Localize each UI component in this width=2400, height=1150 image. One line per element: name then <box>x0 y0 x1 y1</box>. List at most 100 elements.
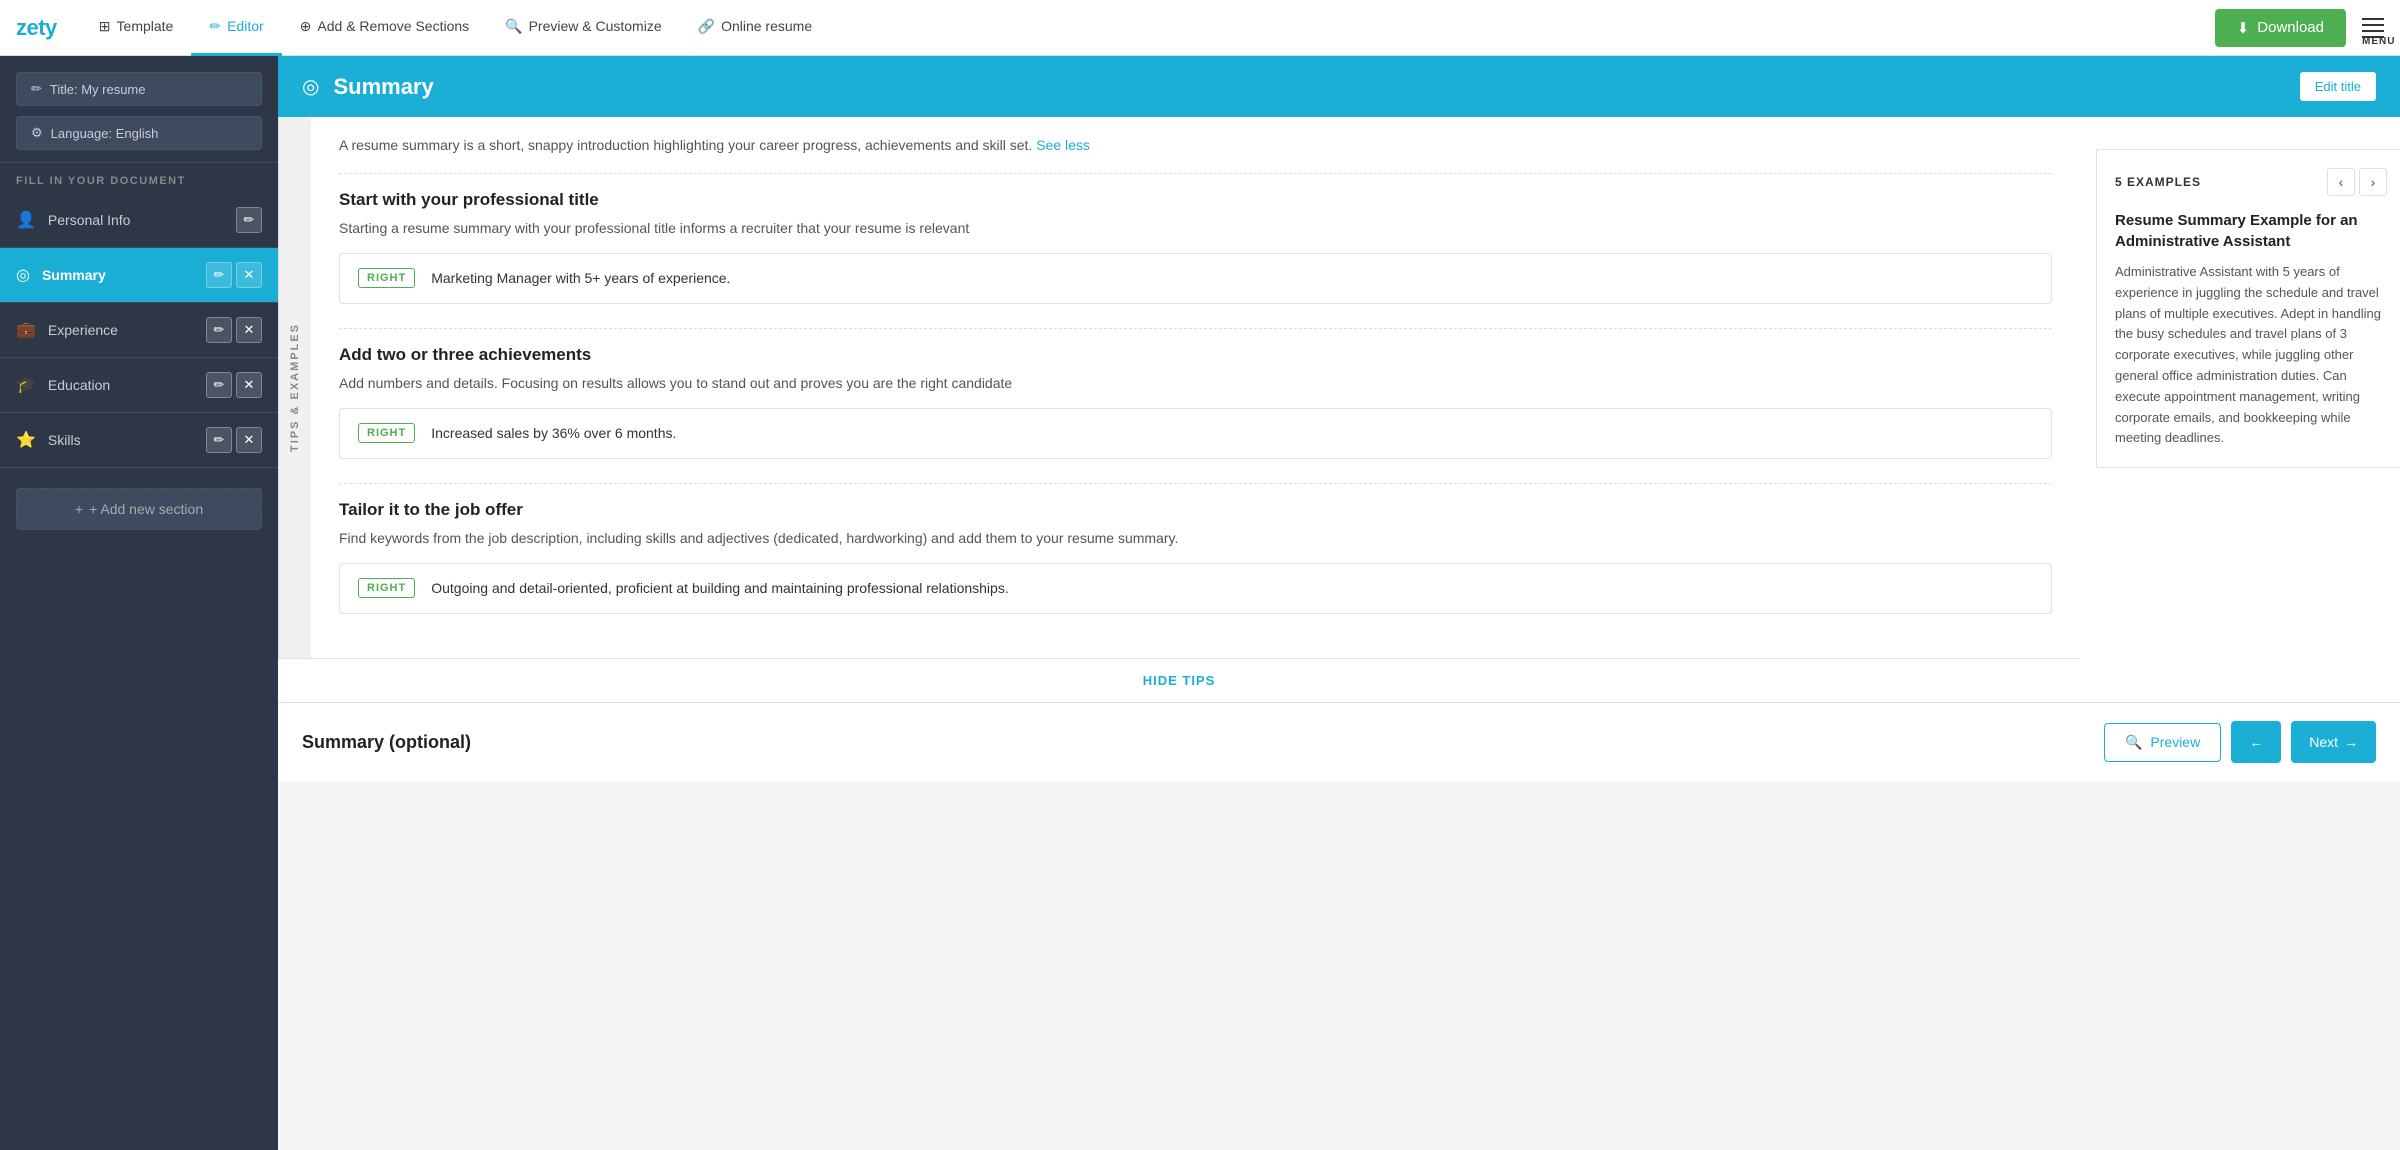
see-less-link[interactable]: See less <box>1036 137 1090 153</box>
section-header-title: Summary <box>333 74 2285 100</box>
right-badge-3: RIGHT <box>358 578 415 598</box>
education-actions: ✏ ✕ <box>206 372 262 398</box>
tip-example-text-3: Outgoing and detail-oriented, proficient… <box>431 578 1008 599</box>
nav-template[interactable]: ⊞ Template <box>81 0 192 56</box>
education-delete-btn[interactable]: ✕ <box>236 372 262 398</box>
tip-block-2: Add two or three achievements Add number… <box>339 345 2052 459</box>
main-content: ◎ Summary Edit title TIPS & EXAMPLES A r… <box>278 56 2400 1150</box>
education-edit-btn[interactable]: ✏ <box>206 372 232 398</box>
tips-rotated-label: TIPS & EXAMPLES <box>278 117 311 658</box>
tip-desc-1: Starting a resume summary with your prof… <box>339 218 2052 239</box>
summary-edit-btn[interactable]: ✏ <box>206 262 232 288</box>
summary-delete-btn[interactable]: ✕ <box>236 262 262 288</box>
next-button[interactable]: Next → <box>2291 721 2376 763</box>
editor-icon: ✏ <box>209 18 221 35</box>
summary-optional-bar: Summary (optional) 🔍 Preview ← Next → <box>278 702 2400 781</box>
tip-example-text-2: Increased sales by 36% over 6 months. <box>431 423 676 444</box>
skills-actions: ✏ ✕ <box>206 427 262 453</box>
sidebar-nav: 👤 Personal Info ✏ ◎ Summary ✏ ✕ 💼 Experi… <box>0 193 278 468</box>
nav-add-remove[interactable]: ⊕ Add & Remove Sections <box>282 0 487 56</box>
experience-delete-btn[interactable]: ✕ <box>236 317 262 343</box>
next-label: Next <box>2309 734 2338 750</box>
nav-preview-customize[interactable]: 🔍 Preview & Customize <box>487 0 679 56</box>
skills-edit-btn[interactable]: ✏ <box>206 427 232 453</box>
menu-line-1 <box>2362 18 2384 20</box>
menu-line-3 <box>2362 30 2384 32</box>
personal-info-actions: ✏ <box>236 207 262 233</box>
download-button[interactable]: ⬇ Download <box>2215 9 2346 47</box>
tip-desc-2: Add numbers and details. Focusing on res… <box>339 373 2052 394</box>
nav-online-resume[interactable]: 🔗 Online resume <box>680 0 830 56</box>
tips-examples-row: TIPS & EXAMPLES A resume summary is a sh… <box>278 117 2400 702</box>
add-remove-icon: ⊕ <box>300 18 312 35</box>
nav-editor[interactable]: ✏ Editor <box>191 0 281 56</box>
tip-block-1: Start with your professional title Start… <box>339 190 2052 304</box>
topnav: zety ⊞ Template ✏ Editor ⊕ Add & Remove … <box>0 0 2400 56</box>
language-button[interactable]: ⚙ Language: English <box>16 116 262 150</box>
sidebar: ✏ Title: My resume ⚙ Language: English F… <box>0 56 278 1150</box>
sidebar-item-personal-info[interactable]: 👤 Personal Info ✏ <box>0 193 278 248</box>
tips-divider-1 <box>339 173 2052 174</box>
globe-icon: ⚙ <box>31 125 43 141</box>
nav-add-remove-label: Add & Remove Sections <box>317 18 469 34</box>
next-icon: → <box>2344 734 2358 750</box>
tip-example-2: RIGHT Increased sales by 36% over 6 mont… <box>339 408 2052 459</box>
tips-right: 5 EXAMPLES ‹ › Resume Summary Example fo… <box>2080 117 2400 702</box>
examples-panel: 5 EXAMPLES ‹ › Resume Summary Example fo… <box>2096 149 2400 468</box>
download-icon: ⬇ <box>2237 19 2250 37</box>
fill-label: FILL IN YOUR DOCUMENT <box>0 162 278 193</box>
experience-actions: ✏ ✕ <box>206 317 262 343</box>
sidebar-item-education[interactable]: 🎓 Education ✏ ✕ <box>0 358 278 413</box>
examples-count: 5 EXAMPLES <box>2115 175 2201 189</box>
tip-desc-3: Find keywords from the job description, … <box>339 528 2052 549</box>
tips-divider-2 <box>339 328 2052 329</box>
section-header-icon: ◎ <box>302 74 319 99</box>
tip-title-2: Add two or three achievements <box>339 345 2052 365</box>
sidebar-item-skills[interactable]: ⭐ Skills ✏ ✕ <box>0 413 278 468</box>
right-badge-1: RIGHT <box>358 268 415 288</box>
tips-intro: A resume summary is a short, snappy intr… <box>339 137 2052 153</box>
tips-divider-3 <box>339 483 2052 484</box>
plus-icon: + <box>75 501 83 517</box>
examples-next-button[interactable]: › <box>2359 168 2387 196</box>
tips-left: TIPS & EXAMPLES A resume summary is a sh… <box>278 117 2080 702</box>
tip-example-3: RIGHT Outgoing and detail-oriented, prof… <box>339 563 2052 614</box>
pencil-icon: ✏ <box>31 81 42 97</box>
tip-title-1: Start with your professional title <box>339 190 2052 210</box>
main-layout: ✏ Title: My resume ⚙ Language: English F… <box>0 56 2400 1150</box>
nav-preview-customize-label: Preview & Customize <box>529 18 662 34</box>
menu-label: MENU <box>2362 36 2384 38</box>
tip-example-text-1: Marketing Manager with 5+ years of exper… <box>431 268 730 289</box>
add-section-label: + Add new section <box>89 501 203 517</box>
examples-prev-button[interactable]: ‹ <box>2327 168 2355 196</box>
education-label: Education <box>48 377 194 393</box>
person-icon: 👤 <box>16 210 36 230</box>
back-button[interactable]: ← <box>2231 721 2281 763</box>
preview-button[interactable]: 🔍 Preview <box>2104 723 2221 762</box>
download-label: Download <box>2257 19 2324 36</box>
title-button[interactable]: ✏ Title: My resume <box>16 72 262 106</box>
section-header: ◎ Summary Edit title <box>278 56 2400 117</box>
add-section-button[interactable]: + + Add new section <box>16 488 262 530</box>
preview-icon: 🔍 <box>2125 734 2142 751</box>
hide-tips-bar[interactable]: HIDE TIPS <box>278 658 2080 702</box>
content-inner: ◎ Summary Edit title TIPS & EXAMPLES A r… <box>278 56 2400 781</box>
examples-nav: ‹ › <box>2327 168 2387 196</box>
sidebar-item-experience[interactable]: 💼 Experience ✏ ✕ <box>0 303 278 358</box>
tip-example-1: RIGHT Marketing Manager with 5+ years of… <box>339 253 2052 304</box>
link-icon: 🔗 <box>698 18 715 35</box>
examples-header: 5 EXAMPLES ‹ › <box>2115 168 2387 196</box>
example-title: Resume Summary Example for an Administra… <box>2115 210 2387 252</box>
sidebar-item-summary[interactable]: ◎ Summary ✏ ✕ <box>0 248 278 303</box>
menu-button[interactable]: MENU <box>2362 18 2384 38</box>
skills-delete-btn[interactable]: ✕ <box>236 427 262 453</box>
education-icon: 🎓 <box>16 375 36 395</box>
edit-title-button[interactable]: Edit title <box>2300 72 2376 101</box>
experience-edit-btn[interactable]: ✏ <box>206 317 232 343</box>
tips-main-row: TIPS & EXAMPLES A resume summary is a sh… <box>278 117 2080 658</box>
language-label: Language: English <box>51 126 159 141</box>
intro-text: A resume summary is a short, snappy intr… <box>339 137 1032 153</box>
briefcase-icon: 💼 <box>16 320 36 340</box>
nav-editor-label: Editor <box>227 18 264 34</box>
personal-info-edit-btn[interactable]: ✏ <box>236 207 262 233</box>
